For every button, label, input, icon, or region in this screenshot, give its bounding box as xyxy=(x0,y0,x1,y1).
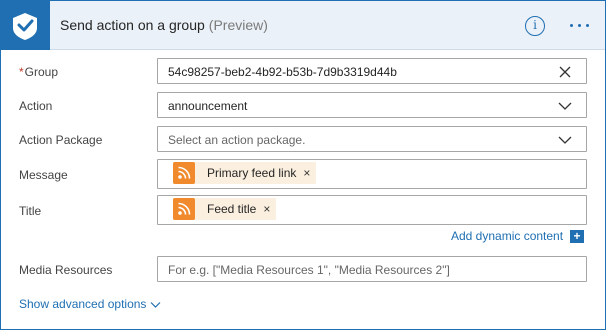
kaizala-logo-icon xyxy=(13,13,37,40)
chevron-down-icon xyxy=(151,301,161,308)
action-title-text: Send action on a group xyxy=(60,17,205,33)
dynamic-token[interactable]: Primary feed link × xyxy=(173,162,317,184)
rss-icon xyxy=(173,162,195,184)
media-resources-label: Media Resources xyxy=(19,263,113,277)
preview-tag: (Preview) xyxy=(208,17,268,33)
rss-icon xyxy=(173,198,195,220)
group-label-text: Group xyxy=(24,65,59,79)
action-title: Send action on a group (Preview) xyxy=(60,17,268,33)
connector-logo xyxy=(1,1,50,50)
show-advanced-options-link[interactable]: Show advanced options xyxy=(19,297,161,311)
action-package-label: Action Package xyxy=(19,133,103,147)
action-label: Action xyxy=(19,99,53,113)
chevron-down-icon[interactable] xyxy=(558,133,572,147)
group-value: 54c98257-beb2-4b92-b53b-7d9b3319d44b xyxy=(168,65,397,79)
title-label: Title xyxy=(19,204,42,218)
action-value: announcement xyxy=(168,99,248,113)
dynamic-token[interactable]: Feed title × xyxy=(173,198,277,220)
show-advanced-options-label: Show advanced options xyxy=(19,297,147,311)
info-icon[interactable]: i xyxy=(525,16,545,36)
add-dynamic-content-link[interactable]: Add dynamic content xyxy=(451,229,563,243)
clear-icon[interactable] xyxy=(558,65,572,79)
group-field[interactable]: 54c98257-beb2-4b92-b53b-7d9b3319d44b xyxy=(157,58,587,84)
action-card: Send action on a group (Preview) i *Group… xyxy=(0,0,606,330)
action-header[interactable]: Send action on a group (Preview) i xyxy=(1,1,605,50)
remove-token-icon[interactable]: × xyxy=(303,166,310,180)
message-field[interactable]: Primary feed link × xyxy=(157,159,587,189)
action-package-placeholder: Select an action package. xyxy=(168,133,306,147)
action-dropdown[interactable]: announcement xyxy=(157,92,587,118)
media-resources-input[interactable]: For e.g. ["Media Resources 1", "Media Re… xyxy=(157,256,587,282)
chevron-down-icon[interactable] xyxy=(558,99,572,113)
media-resources-placeholder: For e.g. ["Media Resources 1", "Media Re… xyxy=(168,263,450,277)
remove-token-icon[interactable]: × xyxy=(263,202,270,216)
more-options-icon[interactable] xyxy=(567,14,593,36)
message-label: Message xyxy=(19,168,68,182)
token-label: Feed title xyxy=(207,202,257,216)
group-label: *Group xyxy=(19,65,58,79)
token-label: Primary feed link xyxy=(207,166,297,180)
action-package-dropdown[interactable]: Select an action package. xyxy=(157,126,587,152)
add-dynamic-content-icon[interactable]: + xyxy=(570,230,584,243)
title-field[interactable]: Feed title × xyxy=(157,195,587,225)
required-marker: * xyxy=(19,65,24,79)
